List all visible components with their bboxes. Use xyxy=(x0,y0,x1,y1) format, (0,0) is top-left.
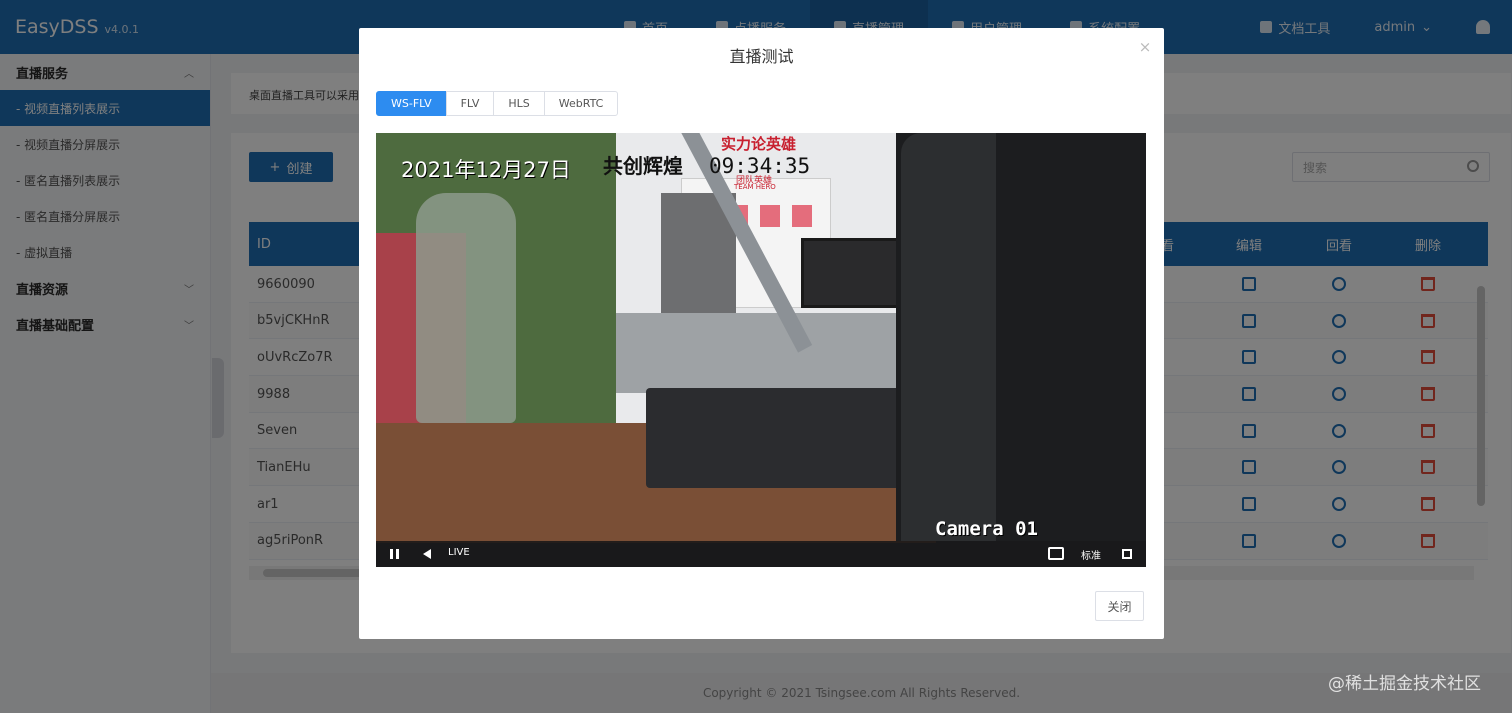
scene-monitor xyxy=(801,238,901,308)
video-player[interactable]: 实力论英雄 共创辉煌 2021年12月27日 09:34:35 团队英雄 TEA… xyxy=(376,133,1146,567)
live-indicator: LIVE xyxy=(448,547,470,558)
quality-selector[interactable]: 标准 xyxy=(1081,547,1101,562)
volume-icon[interactable] xyxy=(423,549,431,559)
tab-ws-flv[interactable]: WS-FLV xyxy=(376,91,447,116)
protocol-tabs: WS-FLV FLV HLS WebRTC xyxy=(376,91,619,116)
scene-photo xyxy=(792,205,812,227)
scene-cables xyxy=(601,313,901,393)
osd-slogan: 实力论英雄 xyxy=(721,135,797,153)
close-button[interactable]: 关闭 xyxy=(1095,591,1144,621)
watermark: @稀土掘金技术社区 xyxy=(1328,674,1481,694)
tab-hls[interactable]: HLS xyxy=(493,91,545,116)
osd-title: 共创辉煌 xyxy=(603,154,683,178)
scene-bottle xyxy=(416,193,516,423)
pause-icon[interactable] xyxy=(390,549,399,559)
scene-router xyxy=(646,388,906,488)
osd-team-en: TEAM HERO xyxy=(734,183,776,191)
fullscreen-icon[interactable] xyxy=(1122,549,1132,559)
video-frame: 实力论英雄 共创辉煌 2021年12月27日 09:34:35 团队英雄 TEA… xyxy=(376,133,1146,543)
tab-flv[interactable]: FLV xyxy=(445,91,495,116)
osd-date: 2021年12月27日 xyxy=(401,158,571,182)
camera-icon[interactable] xyxy=(1048,547,1064,560)
player-controls: LIVE 标准 xyxy=(376,541,1146,567)
live-test-dialog: 直播测试 × WS-FLV FLV HLS WebRTC 实力论英雄 共创辉煌 … xyxy=(359,28,1164,639)
scene-photo xyxy=(760,205,780,227)
close-icon[interactable]: × xyxy=(1137,38,1153,56)
dialog-title: 直播测试 xyxy=(729,47,794,66)
tab-webrtc[interactable]: WebRTC xyxy=(543,91,619,116)
osd-camera-label: Camera 01 xyxy=(935,518,1038,540)
scene-dark-edge xyxy=(901,133,996,541)
